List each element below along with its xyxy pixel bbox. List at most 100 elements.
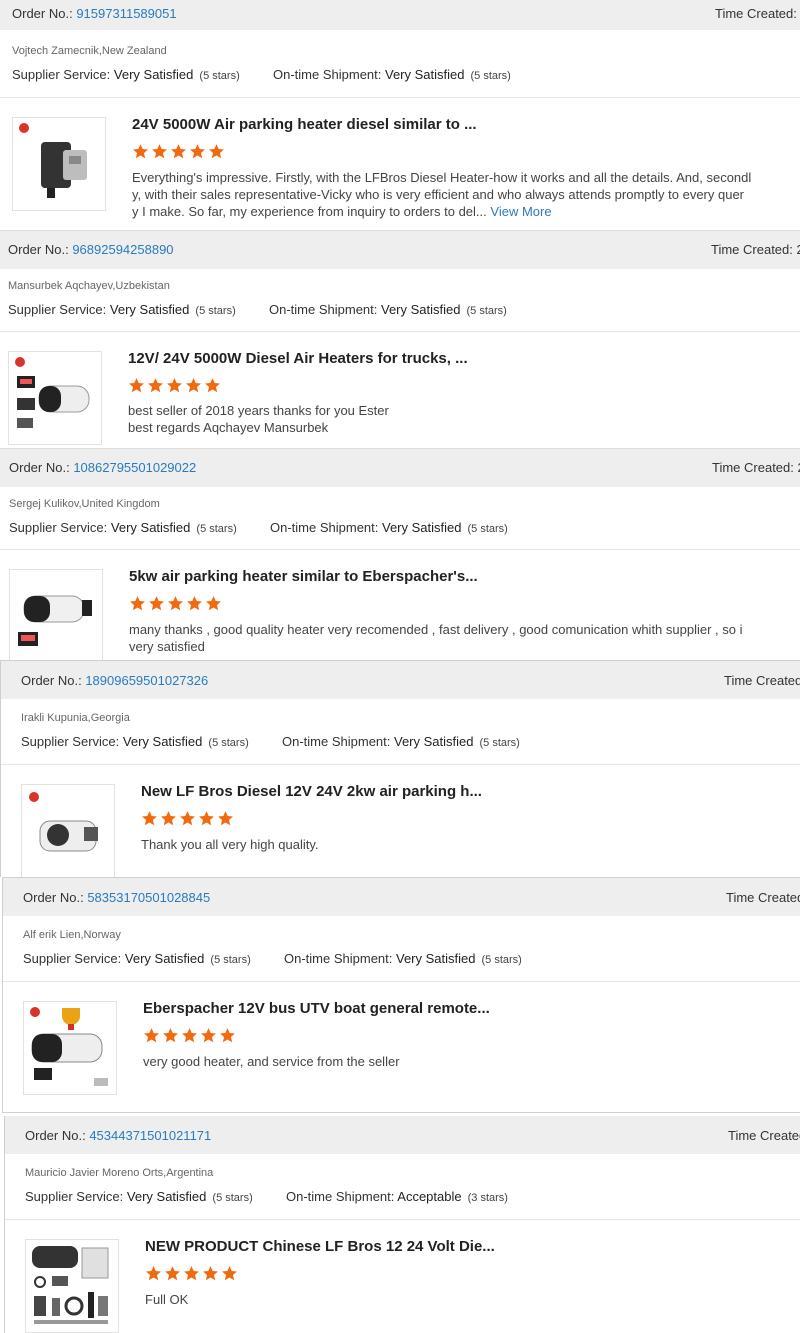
heater-trophy-image [30, 1007, 108, 1086]
order-number-link[interactable]: 10862795501029022 [73, 460, 196, 475]
shipment-stars: (5 stars) [481, 954, 522, 966]
review-card: Order No.: 91597311589051 Time Created: … [0, 0, 800, 230]
supplier-service-value: Very Satisfied [122, 734, 203, 749]
star-icon [142, 811, 157, 826]
divider [0, 331, 800, 332]
product-title[interactable]: 24V 5000W Air parking heater diesel simi… [132, 116, 477, 133]
time-created-label: Time Created: [712, 460, 794, 475]
product-thumbnail[interactable] [9, 569, 103, 660]
view-more-link[interactable]: View More [490, 204, 551, 219]
supplier-service-value: Very Satisfied [126, 1189, 207, 1204]
star-icon [161, 811, 176, 826]
order-number-link[interactable]: 58353170501028845 [87, 890, 210, 905]
service-ratings: Supplier Service: Very Satisfied (5 stars… [9, 520, 508, 535]
review-card: Order No.: 18909659501027326 Time Create… [0, 660, 800, 878]
star-icon [203, 1266, 218, 1281]
star-rating [145, 1265, 240, 1283]
star-rating [143, 1027, 238, 1045]
product-thumbnail[interactable] [12, 117, 106, 211]
star-icon [148, 378, 163, 393]
review-line: Thank you all very high quality. [141, 837, 319, 852]
buyer-name: Alf erik Lien,Norway [23, 929, 121, 941]
order-number-link[interactable]: 18909659501027326 [85, 673, 208, 688]
review-line: y I make. So far, my experience from inq… [132, 204, 487, 219]
product-thumbnail[interactable] [21, 784, 115, 878]
review-text: many thanks , good quality heater very r… [129, 621, 789, 655]
product-title[interactable]: 12V/ 24V 5000W Diesel Air Heaters for tr… [128, 350, 468, 367]
review-line: best seller of 2018 years thanks for you… [128, 403, 389, 418]
star-rating [132, 143, 227, 161]
shipment-stars: (5 stars) [467, 523, 508, 535]
shipment-value: Very Satisfied [394, 734, 474, 749]
star-icon [168, 596, 183, 611]
time-created: Time Created: 2 [711, 242, 800, 257]
order-bar: Order No.: 96892594258890 Time Created: … [0, 230, 800, 269]
star-rating [141, 810, 236, 828]
supplier-service-label: Supplier Service: [23, 951, 122, 966]
star-icon [220, 1028, 235, 1043]
buyer-name: Mansurbek Aqchayev,Uzbekistan [8, 280, 170, 292]
time-created-value: 2 [797, 242, 800, 257]
shipment-value: Acceptable [397, 1189, 462, 1204]
shipment-label: On-time Shipment: [269, 302, 378, 317]
star-icon [167, 378, 182, 393]
star-icon [199, 811, 214, 826]
supplier-stars: (5 stars) [212, 1192, 253, 1204]
product-title[interactable]: NEW PRODUCT Chinese LF Bros 12 24 Volt D… [145, 1238, 495, 1255]
review-card: Order No.: 45344371501021171 Time Create… [4, 1116, 800, 1333]
order-label: Order No.: [9, 460, 70, 475]
product-thumbnail[interactable] [8, 351, 102, 445]
order-number-link[interactable]: 96892594258890 [72, 242, 173, 257]
star-icon [184, 1266, 199, 1281]
star-icon [187, 596, 202, 611]
shipment-value: Very Satisfied [381, 302, 461, 317]
order-number-link[interactable]: 45344371501021171 [89, 1128, 211, 1143]
review-line: Everything's impressive. Firstly, with t… [132, 170, 752, 185]
star-icon [163, 1028, 178, 1043]
shipment-label: On-time Shipment: [282, 734, 391, 749]
shipment-label: On-time Shipment: [273, 67, 382, 82]
heater-product-image [29, 792, 98, 852]
buyer-name: Vojtech Zamecnik,New Zealand [12, 45, 167, 57]
order-number: Order No.: 45344371501021171 [25, 1128, 211, 1143]
review-text: Full OK [145, 1291, 785, 1308]
star-rating [129, 595, 224, 613]
review-text: Everything's impressive. Firstly, with t… [132, 169, 792, 220]
order-bar: Order No.: 91597311589051 Time Created: [0, 0, 800, 30]
heater-kit-image [15, 357, 90, 428]
review-card: Order No.: 96892594258890 Time Created: … [0, 230, 800, 448]
supplier-service-label: Supplier Service: [9, 520, 108, 535]
star-icon [165, 1266, 180, 1281]
order-number: Order No.: 96892594258890 [8, 242, 174, 257]
order-label: Order No.: [23, 890, 84, 905]
review-line: best regards Aqchayev Mansurbek [128, 420, 329, 435]
product-title[interactable]: New LF Bros Diesel 12V 24V 2kw air parki… [141, 783, 482, 800]
product-thumbnail[interactable] [23, 1001, 117, 1095]
order-label: Order No.: [25, 1128, 86, 1143]
shipment-stars: (5 stars) [466, 305, 507, 317]
order-label: Order No.: [21, 673, 82, 688]
product-title[interactable]: Eberspacher 12V bus UTV boat general rem… [143, 1000, 490, 1017]
time-created: Time Created: 2 [712, 460, 800, 475]
product-title[interactable]: 5kw air parking heater similar to Ebersp… [129, 568, 478, 585]
service-ratings: Supplier Service: Very Satisfied (5 stars… [12, 67, 511, 82]
shipment-label: On-time Shipment: [286, 1189, 395, 1204]
order-number-link[interactable]: 91597311589051 [76, 6, 176, 21]
review-line: very good heater, and service from the s… [143, 1054, 400, 1069]
supplier-service-value: Very Satisfied [124, 951, 205, 966]
star-icon [186, 378, 201, 393]
review-card: Order No.: 10862795501029022 Time Create… [0, 448, 800, 660]
star-icon [171, 144, 186, 159]
divider [0, 549, 800, 550]
time-created: Time Created [726, 890, 800, 905]
time-created-label: Time Created [728, 1128, 800, 1143]
star-icon [209, 144, 224, 159]
order-bar: Order No.: 58353170501028845 Time Create… [3, 878, 800, 916]
star-icon [206, 596, 221, 611]
time-created-label: Time Created [724, 673, 800, 688]
shipment-value: Very Satisfied [382, 520, 462, 535]
review-text: best seller of 2018 years thanks for you… [128, 402, 788, 436]
order-number: Order No.: 58353170501028845 [23, 890, 210, 905]
product-thumbnail[interactable] [25, 1239, 119, 1333]
time-created-label: Time Created: [711, 242, 793, 257]
